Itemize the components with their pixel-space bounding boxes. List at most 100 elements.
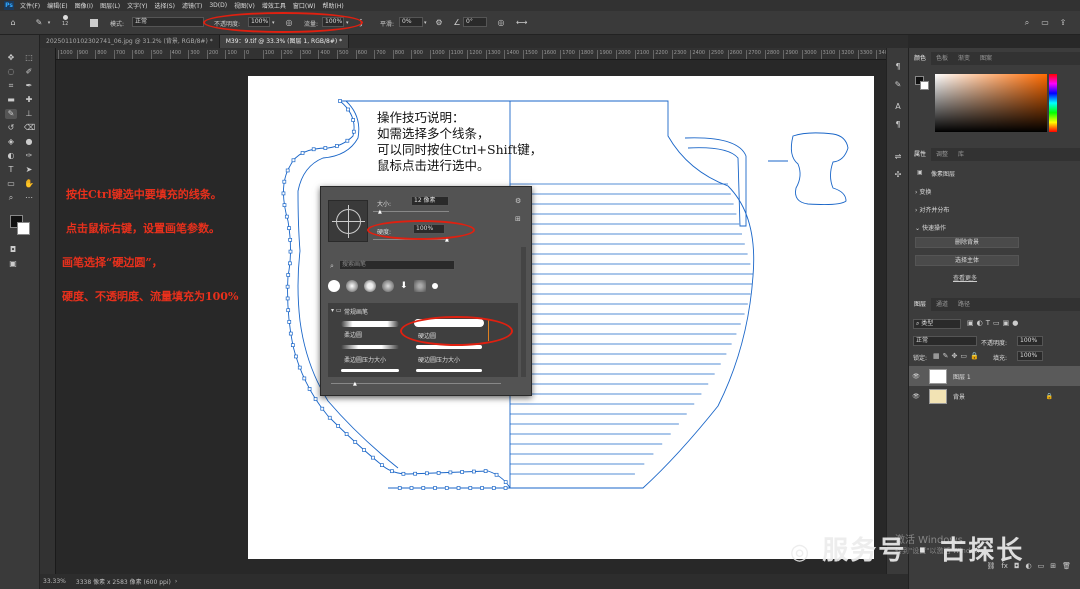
menu-edit[interactable]: 编辑(E) [47,1,67,10]
smoothing-options-gear-icon[interactable]: ⚙ [434,17,444,29]
anchor-point[interactable] [390,469,394,474]
background-visibility-icon[interactable]: 👁 [909,393,923,400]
anchor-point[interactable] [433,486,437,490]
paths-panel-icon[interactable]: ✣ [893,170,903,180]
menu-plugins[interactable]: 增效工具 [262,1,286,10]
tab-doc-1[interactable]: 20250110102302741_06.jpg @ 31.2% (背景, RG… [40,35,220,48]
brush-search-input[interactable]: 搜索画笔 [339,260,455,270]
anchor-point[interactable] [344,432,349,436]
menu-view[interactable]: 视图(V) [234,1,255,10]
path-select-icon[interactable]: ➤ [24,165,34,175]
anchor-point[interactable] [397,486,402,490]
anchor-point[interactable] [494,472,499,477]
anchor-point[interactable] [421,486,426,490]
anchor-point[interactable] [448,470,453,475]
anchor-point[interactable] [282,203,287,207]
menu-layer[interactable]: 图层(L) [100,1,120,10]
tab-properties[interactable]: 属性 [909,148,932,161]
anchor-point[interactable] [297,365,302,370]
anchor-point[interactable] [503,480,508,484]
anchor-point[interactable] [286,308,291,313]
layer-visibility-icon[interactable]: 👁 [909,373,923,380]
tab-doc-2[interactable]: M39：9.tif @ 33.3% (图层 1, RGB/8#) * [219,35,350,48]
anchor-point[interactable] [285,168,290,173]
menu-type[interactable]: 文字(Y) [127,1,147,10]
anchor-point[interactable] [291,158,296,163]
anchor-point[interactable] [371,455,375,460]
fill-field[interactable]: 100% [1017,351,1043,361]
anchor-point[interactable] [300,151,305,155]
ruler-tool-icon[interactable]: ▬ [6,95,16,105]
brush-tool-icon[interactable]: ✎ ▾ [34,17,54,29]
zoom-level[interactable]: 33.33% [43,578,66,585]
anchor-point[interactable] [288,261,292,266]
adjust-panel-icon[interactable]: ⇌ [893,152,903,162]
blend-mode-select[interactable]: 正常 [913,336,977,346]
anchor-point[interactable] [345,138,350,143]
recent-brush-3[interactable] [364,280,376,292]
select-subject-button[interactable]: 选择主体 [915,255,1019,266]
anchor-point[interactable] [313,397,318,401]
anchor-point[interactable] [290,343,295,347]
symmetry-icon[interactable]: ⟷ [516,17,527,29]
crop-tool-icon[interactable]: ⌗ [6,81,16,91]
anchor-point[interactable] [444,486,449,490]
stamp-tool-icon[interactable]: ⊥ [24,109,34,119]
home-icon[interactable]: ⌂ [8,17,18,29]
document-info[interactable]: 3338 像素 x 2583 像素 (600 ppi) [76,577,171,586]
anchor-point[interactable] [346,107,350,112]
size-slider-handle[interactable]: ▲ [378,209,382,215]
see-more-link[interactable]: 查看更多 [953,273,977,282]
color-field[interactable] [935,74,1047,132]
brush-tool-icon-active[interactable]: ✎ [5,109,17,119]
dodge-tool-icon[interactable]: ◐ [6,151,16,161]
background-color-swatch[interactable] [17,222,30,235]
section-transform[interactable]: › 变换 [915,187,931,196]
anchor-point[interactable] [285,296,290,301]
layer-kind-filter[interactable]: ⌕ 类型 [913,319,961,329]
paint-bucket-icon[interactable]: ◈ [6,137,16,147]
popup-scrollbar[interactable] [521,247,526,377]
anchor-point[interactable] [480,486,484,490]
anchor-point[interactable] [302,376,307,381]
anchor-point[interactable] [320,406,325,411]
smoothing-dropdown-icon[interactable]: ▾ [424,17,427,29]
anchor-point[interactable] [491,486,496,490]
section-align[interactable]: › 对齐并分布 [915,205,949,214]
brush-soft-round-pressure[interactable]: 柔边圆压力大小 [344,355,386,364]
anchor-point[interactable] [338,99,342,103]
new-preset-icon[interactable]: ⊞ [515,215,521,223]
anchor-point[interactable] [288,331,293,336]
recent-brush-1[interactable] [328,280,340,292]
history-brush-icon[interactable]: ↺ [6,123,16,133]
eraser-tool-icon[interactable]: ⌫ [24,123,35,133]
anchor-point[interactable] [401,471,406,476]
recent-brush-7[interactable] [431,283,438,289]
anchor-point[interactable] [503,486,508,490]
brush-group-label[interactable]: 常规画笔 [344,307,368,316]
search-icon[interactable]: ⌕ [1022,17,1032,29]
brush-hard-round-pressure[interactable]: 硬边圆压力大小 [418,355,460,364]
brush-angle-preview[interactable] [328,200,368,242]
smoothing-field[interactable]: 0% [399,17,423,27]
brush-settings-icon[interactable]: ✎ [893,80,903,90]
menu-image[interactable]: 图像(I) [75,1,93,10]
more-tools-icon[interactable]: ⋯ [24,193,34,203]
remove-background-button[interactable]: 删除背景 [915,237,1019,248]
menu-3d[interactable]: 3D(D) [209,2,227,9]
tab-patterns[interactable]: 图案 [975,52,997,65]
paragraph-panel-icon[interactable]: ¶ [893,120,903,130]
anchor-point[interactable] [460,470,464,474]
quick-mask-icon[interactable]: ◘ [8,245,18,255]
size-field[interactable]: 12 像素 [411,196,449,206]
pressure-size-icon[interactable]: ◎ [496,17,506,29]
tab-swatches[interactable]: 色板 [931,52,953,65]
mode-select[interactable]: 正常 [132,17,204,27]
recent-brush-2[interactable] [346,280,358,292]
anchor-point[interactable] [281,191,286,196]
anchor-point[interactable] [436,471,441,475]
screen-mode-icon[interactable]: ▣ [8,259,18,269]
anchor-point[interactable] [288,237,293,242]
tab-channels[interactable]: 通道 [931,298,953,311]
tab-paths[interactable]: 路径 [953,298,975,311]
